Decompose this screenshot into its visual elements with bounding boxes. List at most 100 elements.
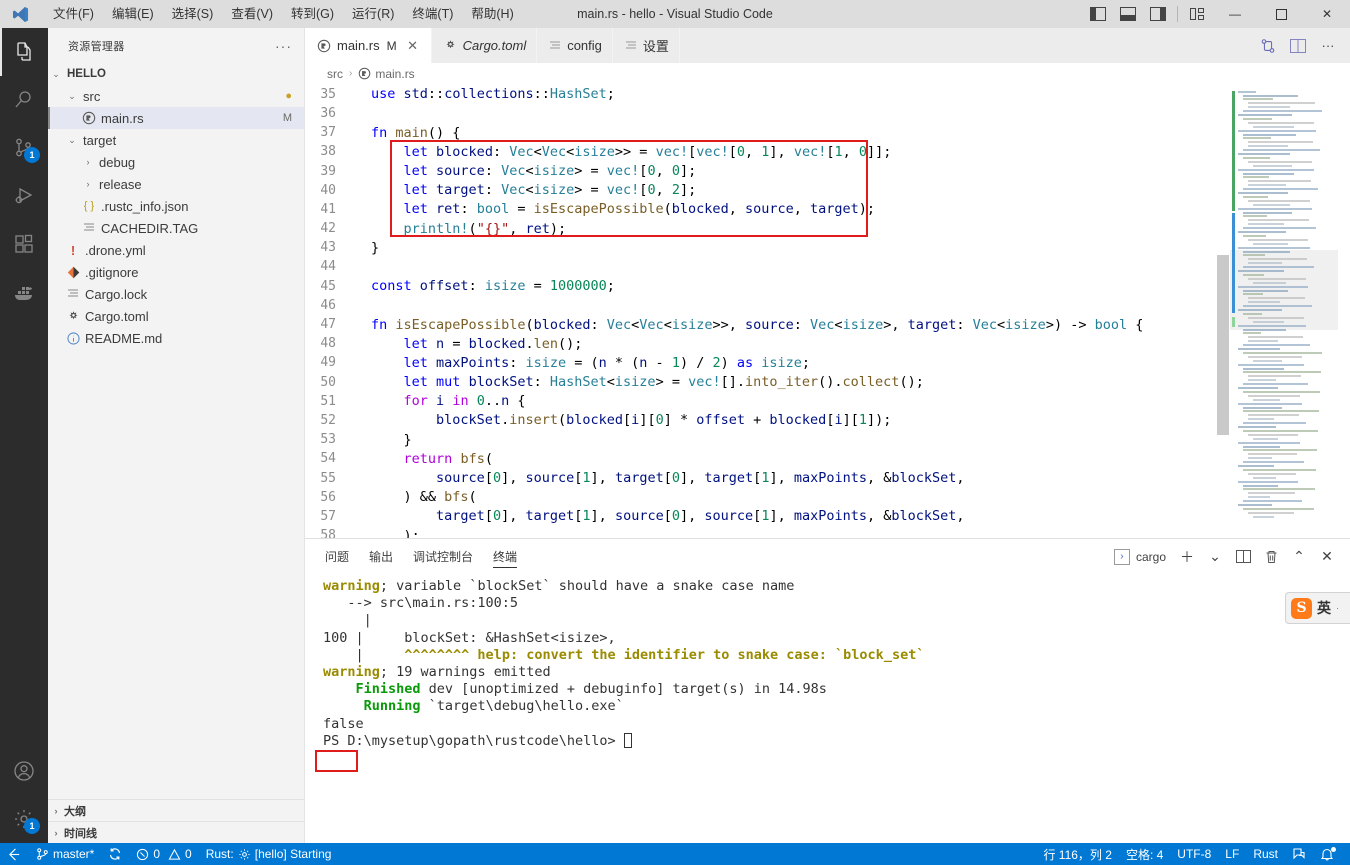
code-line[interactable]: 52 blockSet.insert(blocked[i][0] * offse…: [305, 411, 1230, 430]
menu-help[interactable]: 帮助(H): [462, 3, 522, 25]
terminal-output[interactable]: warning; variable `blockSet` should have…: [305, 574, 1350, 843]
open-changes-icon[interactable]: [1254, 32, 1282, 60]
code-editor[interactable]: 35 use std::collections::HashSet; 36 37 fn m…: [305, 84, 1350, 538]
terminal-selector[interactable]: › cargo: [1113, 548, 1166, 565]
tree-row-cargo-toml[interactable]: Cargo.toml: [48, 305, 304, 327]
close-panel-icon[interactable]: ✕: [1314, 543, 1340, 571]
activitybar-item-accounts[interactable]: [0, 747, 48, 795]
code-line[interactable]: 57 target[0], target[1], source[0], sour…: [305, 507, 1230, 526]
feedback-icon[interactable]: [1285, 843, 1313, 865]
tree-row-release[interactable]: › release: [48, 173, 304, 195]
activitybar-item-source-control[interactable]: 1: [0, 124, 48, 172]
tab-settings[interactable]: 设置: [612, 28, 680, 63]
code-line[interactable]: 35 use std::collections::HashSet;: [305, 85, 1230, 104]
menu-run[interactable]: 运行(R): [343, 3, 403, 25]
split-editor-icon[interactable]: [1284, 32, 1312, 60]
kill-terminal-icon[interactable]: [1258, 543, 1284, 571]
tree-row-gitignore[interactable]: .gitignore: [48, 261, 304, 283]
menu-go[interactable]: 转到(G): [282, 3, 343, 25]
tree-row-debug[interactable]: › debug: [48, 151, 304, 173]
sidebar-more-actions-icon[interactable]: ···: [275, 38, 292, 54]
customize-layout-icon[interactable]: [1182, 0, 1212, 28]
tree-row-cargo-lock[interactable]: Cargo.lock: [48, 283, 304, 305]
split-terminal-icon[interactable]: [1230, 543, 1256, 571]
menu-file[interactable]: 文件(F): [44, 3, 103, 25]
status-eol[interactable]: LF: [1218, 843, 1246, 865]
code-line[interactable]: 51 for i in 0..n {: [305, 392, 1230, 411]
tree-row-drone-yml[interactable]: ! .drone.yml: [48, 239, 304, 261]
breadcrumb-src[interactable]: src: [327, 67, 343, 81]
tree-row-main-rs[interactable]: main.rs M: [48, 107, 304, 129]
activitybar-item-docker[interactable]: [0, 268, 48, 316]
panel-tab-debug-console[interactable]: 调试控制台: [413, 539, 473, 574]
status-remote-indicator[interactable]: [0, 843, 29, 865]
activitybar-item-run-and-debug[interactable]: [0, 172, 48, 220]
window-maximize-button[interactable]: [1258, 0, 1304, 28]
menu-view[interactable]: 查看(V): [222, 3, 282, 25]
tab-cargo-toml[interactable]: Cargo.toml: [431, 28, 538, 63]
status-sync-changes[interactable]: [101, 843, 129, 865]
code-line[interactable]: 50 let mut blockSet: HashSet<isize> = ve…: [305, 372, 1230, 391]
status-encoding[interactable]: UTF-8: [1170, 843, 1218, 865]
status-rust-analyzer[interactable]: Rust: [hello] Starting: [199, 843, 339, 865]
menu-terminal[interactable]: 终端(T): [403, 3, 462, 25]
code-line[interactable]: 42 println!("{}", ret);: [305, 219, 1230, 238]
code-line[interactable]: 43}: [305, 238, 1230, 257]
file-tree[interactable]: ⌄ HELLO ⌄ src ● main.rs M ⌄ target › deb…: [48, 63, 304, 799]
code-line[interactable]: 36: [305, 104, 1230, 123]
code-line[interactable]: 53 }: [305, 430, 1230, 449]
status-git-branch[interactable]: master*: [29, 843, 101, 865]
code-line[interactable]: 54 return bfs(: [305, 449, 1230, 468]
code-line[interactable]: 49 let maxPoints: isize = (n * (n - 1) /…: [305, 353, 1230, 372]
menu-selection[interactable]: 选择(S): [163, 3, 223, 25]
tab-config[interactable]: config: [537, 28, 613, 63]
notifications-icon[interactable]: [1313, 843, 1350, 865]
maximize-panel-icon[interactable]: ⌃: [1286, 543, 1312, 571]
ime-indicator[interactable]: S 英 ·: [1285, 592, 1350, 624]
window-minimize-button[interactable]: —: [1212, 0, 1258, 28]
tab-main-rs[interactable]: main.rs M ✕: [305, 28, 432, 63]
toggle-primary-sidebar-icon[interactable]: [1083, 0, 1113, 28]
code-line[interactable]: 58 );: [305, 526, 1230, 538]
toggle-panel-icon[interactable]: [1113, 0, 1143, 28]
editor-vertical-scrollbar[interactable]: [1216, 85, 1230, 538]
code-line[interactable]: 41 let ret: bool = isEscapePossible(bloc…: [305, 200, 1230, 219]
window-close-button[interactable]: ✕: [1304, 0, 1350, 28]
breadcrumb[interactable]: src › main.rs: [305, 63, 1350, 85]
status-editor-position[interactable]: 行 116，列 2: [1036, 843, 1118, 865]
tree-row-hello[interactable]: ⌄ HELLO: [48, 63, 304, 85]
minimap[interactable]: [1230, 84, 1350, 538]
activitybar-item-manage[interactable]: 1: [0, 795, 48, 843]
panel-tab-output[interactable]: 输出: [369, 539, 393, 574]
sidebar-section-outline[interactable]: › 大纲: [48, 799, 304, 821]
status-indentation[interactable]: 空格: 4: [1119, 843, 1170, 865]
panel-tab-problems[interactable]: 问题: [325, 539, 349, 574]
code-line[interactable]: 46: [305, 296, 1230, 315]
status-language-mode[interactable]: Rust: [1246, 843, 1285, 865]
code-viewport[interactable]: 35 use std::collections::HashSet; 36 37 fn m…: [305, 85, 1230, 538]
activitybar-item-search[interactable]: [0, 76, 48, 124]
code-line[interactable]: 56 ) && bfs(: [305, 488, 1230, 507]
activitybar-item-extensions[interactable]: [0, 220, 48, 268]
code-line[interactable]: 39 let source: Vec<isize> = vec![0, 0];: [305, 161, 1230, 180]
sidebar-section-timeline[interactable]: › 时间线: [48, 821, 304, 843]
terminal-dropdown-icon[interactable]: ⌄: [1202, 543, 1228, 571]
code-line[interactable]: 38 let blocked: Vec<Vec<isize>> = vec![v…: [305, 142, 1230, 161]
panel-tab-terminal[interactable]: 终端: [493, 539, 518, 574]
code-line[interactable]: 47 fn isEscapePossible(blocked: Vec<Vec<i…: [305, 315, 1230, 334]
status-problems[interactable]: 0 0: [129, 843, 198, 865]
code-line[interactable]: 45 const offset: isize = 1000000;: [305, 277, 1230, 296]
menu-edit[interactable]: 编辑(E): [103, 3, 163, 25]
code-line[interactable]: 37 fn main() {: [305, 123, 1230, 142]
tree-row-src[interactable]: ⌄ src ●: [48, 85, 304, 107]
scrollbar-thumb[interactable]: [1217, 254, 1229, 435]
toggle-secondary-sidebar-icon[interactable]: [1143, 0, 1173, 28]
tree-row-target[interactable]: ⌄ target: [48, 129, 304, 151]
code-line[interactable]: 44: [305, 257, 1230, 276]
code-line[interactable]: 40 let target: Vec<isize> = vec![0, 2];: [305, 181, 1230, 200]
code-line[interactable]: 55 source[0], source[1], target[0], targ…: [305, 468, 1230, 487]
code-line[interactable]: 48 let n = blocked.len();: [305, 334, 1230, 353]
new-terminal-icon[interactable]: ＋: [1174, 543, 1200, 571]
close-icon[interactable]: ✕: [405, 38, 421, 54]
more-actions-icon[interactable]: ···: [1314, 32, 1342, 60]
